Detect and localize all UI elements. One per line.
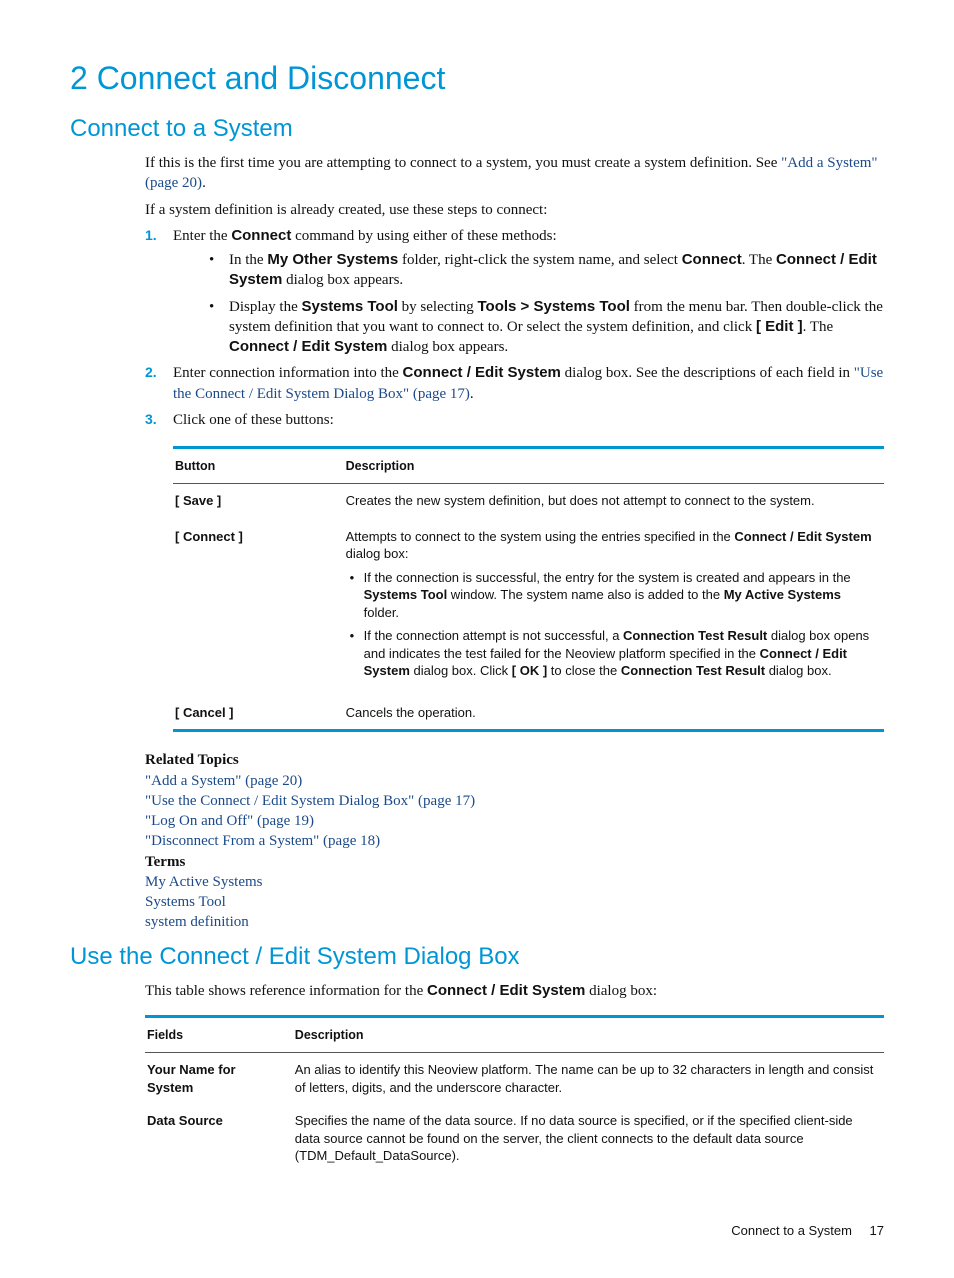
text: dialog box appears. — [387, 339, 508, 355]
text: command by using either of these methods… — [291, 228, 556, 244]
cell-field-datasource: Data Source — [145, 1104, 293, 1173]
buttons-table: Button Description [ Save ] Creates the … — [173, 446, 884, 732]
bold: Connect — [682, 251, 742, 268]
text: dialog box: — [585, 983, 657, 999]
section-connect-title: Connect to a System — [70, 115, 884, 143]
cell-field-name: Your Name for System — [145, 1052, 293, 1104]
cell-desc-connect: Attempts to connect to the system using … — [344, 518, 884, 694]
fields-table: Fields Description Your Name for System … — [145, 1015, 884, 1173]
bold: My Other Systems — [267, 251, 398, 268]
link-log-on-off[interactable]: "Log On and Off" (page 19) — [145, 813, 314, 829]
bold: Connect / Edit System — [427, 982, 585, 999]
bold: [ OK ] — [512, 663, 547, 678]
text: If the connection is successful, the ent… — [364, 570, 851, 585]
bold: Connect / Edit System — [229, 338, 387, 355]
col-header-fields: Fields — [145, 1016, 293, 1052]
cell-desc-cancel: Cancels the operation. — [344, 694, 884, 731]
text: Enter connection information into the — [173, 365, 403, 381]
table-row: [ Cancel ] Cancels the operation. — [173, 694, 884, 731]
bold: Connect — [231, 227, 291, 244]
bold: Connection Test Result — [623, 628, 767, 643]
section2-intro: This table shows reference information f… — [145, 981, 884, 1001]
page-title: 2 Connect and Disconnect — [70, 60, 884, 97]
bold: [ Edit ] — [756, 318, 803, 335]
step-number: 2. — [145, 363, 157, 382]
related-topics: Related Topics "Add a System" (page 20) … — [145, 750, 884, 932]
step-2: 2. Enter connection information into the… — [145, 363, 884, 404]
link-disconnect[interactable]: "Disconnect From a System" (page 18) — [145, 833, 380, 849]
text: by selecting — [398, 299, 478, 315]
col-header-description: Description — [344, 448, 884, 484]
text: folder. — [364, 605, 399, 620]
bold: Connect / Edit System — [403, 364, 561, 381]
step-number: 3. — [145, 410, 157, 429]
step-3: 3. Click one of these buttons: — [145, 410, 884, 430]
bullet: Display the Systems Tool by selecting To… — [209, 297, 884, 358]
link-use-dialog-2[interactable]: "Use the Connect / Edit System Dialog Bo… — [145, 793, 475, 809]
intro-paragraph-2: If a system definition is already create… — [145, 200, 884, 220]
table-row: Your Name for System An alias to identif… — [145, 1052, 884, 1104]
text: folder, right-click the system name, and… — [398, 252, 681, 268]
step-1: 1. Enter the Connect command by using ei… — [145, 226, 884, 358]
text: . The — [742, 252, 776, 268]
cell-field-desc: Specifies the name of the data source. I… — [293, 1104, 884, 1173]
text: This table shows reference information f… — [145, 983, 427, 999]
text: window. The system name also is added to… — [447, 587, 724, 602]
text: If the connection attempt is not success… — [364, 628, 623, 643]
text: In the — [229, 252, 267, 268]
bold: Connect / Edit System — [734, 529, 871, 544]
cell-button-save: [ Save ] — [173, 484, 344, 518]
text: dialog box: — [346, 546, 409, 561]
col-header-button: Button — [173, 448, 344, 484]
text: . — [202, 175, 206, 191]
related-header: Related Topics — [145, 750, 884, 770]
col-header-description: Description — [293, 1016, 884, 1052]
bold: Connection Test Result — [621, 663, 765, 678]
cell-button-cancel: [ Cancel ] — [173, 694, 344, 731]
cell-field-desc: An alias to identify this Neoview platfo… — [293, 1052, 884, 1104]
bullet: In the My Other Systems folder, right-cl… — [209, 250, 884, 291]
bullet: If the connection attempt is not success… — [346, 627, 876, 680]
bold: Systems Tool — [302, 298, 398, 315]
text: Enter the — [173, 228, 231, 244]
table-row: [ Save ] Creates the new system definiti… — [173, 484, 884, 518]
terms-header: Terms — [145, 852, 884, 872]
text: . — [470, 386, 474, 402]
text: If this is the first time you are attemp… — [145, 155, 781, 171]
table-row: Data Source Specifies the name of the da… — [145, 1104, 884, 1173]
text: dialog box. See the descriptions of each… — [561, 365, 854, 381]
page-footer: Connect to a System 17 — [70, 1223, 884, 1238]
text: Display the — [229, 299, 302, 315]
page-number: 17 — [870, 1223, 884, 1238]
text: Click one of these buttons: — [173, 412, 334, 428]
bold: My Active Systems — [724, 587, 841, 602]
term-systems-tool[interactable]: Systems Tool — [145, 894, 226, 910]
text: dialog box appears. — [282, 272, 403, 288]
intro-paragraph-1: If this is the first time you are attemp… — [145, 153, 884, 194]
text: . The — [803, 319, 834, 335]
cell-button-connect: [ Connect ] — [173, 518, 344, 694]
step-number: 1. — [145, 226, 157, 245]
text: to close the — [547, 663, 621, 678]
text: dialog box. — [765, 663, 832, 678]
term-my-active[interactable]: My Active Systems — [145, 874, 263, 890]
bullet: If the connection is successful, the ent… — [346, 569, 876, 622]
bold: Systems Tool — [364, 587, 448, 602]
text: Attempts to connect to the system using … — [346, 529, 735, 544]
footer-section: Connect to a System — [731, 1223, 852, 1238]
cell-desc-save: Creates the new system definition, but d… — [344, 484, 884, 518]
text: dialog box. Click — [410, 663, 512, 678]
bold: Tools > Systems Tool — [478, 298, 630, 315]
term-system-def[interactable]: system definition — [145, 914, 249, 930]
section-dialog-title: Use the Connect / Edit System Dialog Box — [70, 943, 884, 971]
link-add-system-2[interactable]: "Add a System" (page 20) — [145, 773, 302, 789]
table-row: [ Connect ] Attempts to connect to the s… — [173, 518, 884, 694]
